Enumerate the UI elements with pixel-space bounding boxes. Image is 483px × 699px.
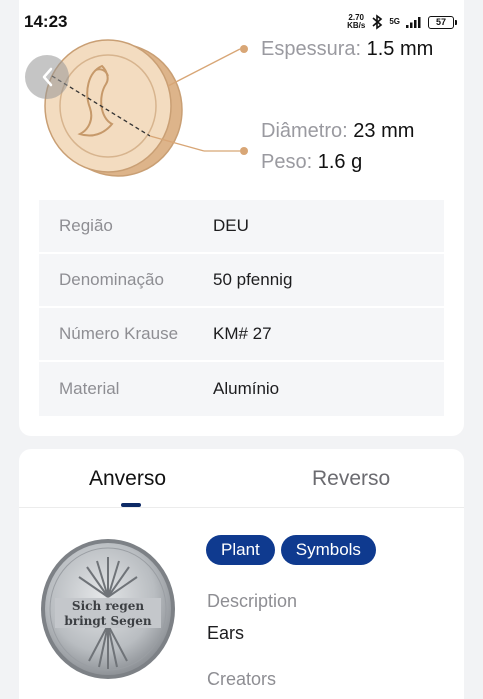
info-value: DEU: [213, 216, 249, 235]
battery-level: 57: [428, 15, 454, 29]
description-value: Ears: [207, 623, 245, 643]
back-button[interactable]: [25, 55, 69, 99]
network-speed: 2.70 KB/s: [347, 14, 365, 30]
tab-obverse[interactable]: Anverso: [89, 467, 166, 491]
info-label: Número Krause: [59, 324, 179, 343]
info-label: Material: [59, 379, 120, 398]
info-label: Denominação: [59, 270, 164, 289]
status-icons: 2.70 KB/s 5G 57: [347, 14, 457, 30]
description-label: Description: [207, 591, 298, 611]
info-row-krause-number: Número Krause KM# 27: [39, 308, 444, 362]
battery-icon: 57: [428, 15, 457, 29]
tab-divider: [19, 507, 464, 508]
diameter-spec: Diâmetro: 23 mm: [261, 120, 414, 143]
info-value: Alumínio: [213, 379, 280, 398]
network-speed-unit: KB/s: [347, 21, 366, 30]
creators-label: Creators: [207, 669, 277, 689]
status-bar: 14:23 2.70 KB/s 5G 57: [0, 0, 483, 44]
coin-inscription-line2: bringt Segen: [64, 614, 151, 628]
info-row-material: Material Alumínio: [39, 362, 444, 416]
info-value: 50 pfennig: [213, 270, 293, 289]
weight-value: 1.6 g: [317, 151, 363, 173]
info-label: Região: [59, 216, 113, 235]
coin-obverse-image[interactable]: Sich regen bringt Segen: [39, 537, 177, 681]
coin-sides-card: Anverso Reverso Sich regen bringt Segen …: [19, 449, 464, 699]
coin-inscription-line1: Sich regen: [72, 599, 144, 613]
tag-symbols[interactable]: Symbols: [280, 535, 376, 565]
info-row-region: Região DEU: [39, 200, 444, 254]
tag-plant[interactable]: Plant: [206, 535, 275, 565]
coin-face: [44, 39, 172, 173]
bluetooth-icon: [371, 14, 383, 30]
weight-spec: Peso: 1.6 g: [261, 151, 362, 174]
tab-reverse[interactable]: Reverso: [312, 467, 390, 491]
diameter-label: Diâmetro:: [261, 120, 348, 142]
info-value: KM# 27: [213, 324, 272, 343]
status-time: 14:23: [24, 12, 68, 31]
coin-dimensions-diagram: [44, 39, 248, 177]
chevron-left-icon: [42, 67, 53, 87]
tag-list: Plant Symbols: [206, 535, 376, 565]
coin-info-table: Região DEU Denominação 50 pfennig Número…: [39, 200, 444, 416]
network-type: 5G: [389, 17, 400, 26]
info-row-denomination: Denominação 50 pfennig: [39, 254, 444, 308]
signal-icon: [406, 16, 422, 28]
diameter-value: 23 mm: [353, 120, 415, 142]
weight-label: Peso:: [261, 151, 313, 173]
